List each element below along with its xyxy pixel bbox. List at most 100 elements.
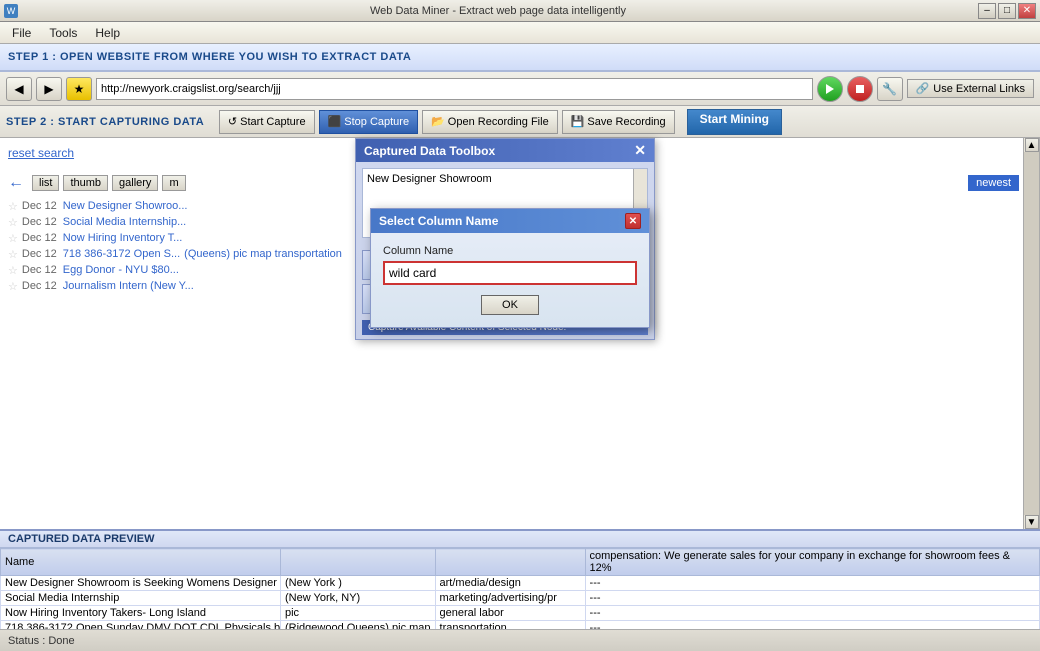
step2-text: STEP 2 : START CAPTURING DATA	[6, 116, 204, 128]
star-icon[interactable]: ☆	[8, 280, 18, 293]
start-capture-button[interactable]: ↺ Start Capture	[219, 110, 315, 134]
stop-capture-icon: ⬛	[328, 115, 342, 128]
column-name-label: Column Name	[383, 245, 637, 257]
stop-button[interactable]	[847, 76, 873, 102]
back-arrow-icon[interactable]: ←	[8, 174, 24, 192]
dialog-body: Column Name OK	[371, 233, 649, 327]
favorites-button[interactable]: ★	[66, 77, 92, 101]
window-controls: – □ ✕	[978, 3, 1036, 19]
toolbox-close-button[interactable]: ✕	[634, 142, 646, 159]
cell-category: art/media/design	[435, 576, 585, 591]
cell-location: pic	[281, 606, 436, 621]
captured-data-table: Name compensation: We generate sales for…	[0, 548, 1040, 629]
start-capture-icon: ↺	[228, 115, 237, 128]
minimize-button[interactable]: –	[978, 3, 996, 19]
table-row: New Designer Showroom is Seeking Womens …	[1, 576, 1040, 591]
browser-scrollbar[interactable]: ▲ ▼	[1023, 138, 1039, 529]
wrench-button[interactable]: 🔧	[877, 77, 903, 101]
listing-link[interactable]: New Designer Showroo...	[63, 200, 188, 212]
cell-location: (Ridgewood Queens) pic map	[281, 621, 436, 630]
link-icon: 🔗	[916, 82, 930, 95]
status-bar: Status : Done	[0, 629, 1040, 651]
dialog-title: Select Column Name	[379, 214, 498, 228]
dialog-close-button[interactable]: ✕	[625, 213, 641, 229]
main-content: reset search ← list thumb gallery m newe…	[0, 138, 1040, 529]
cell-category: marketing/advertising/pr	[435, 591, 585, 606]
maximize-button[interactable]: □	[998, 3, 1016, 19]
toolbox-title: Captured Data Toolbox	[364, 144, 495, 158]
back-button[interactable]: ◀	[6, 77, 32, 101]
nav-bar: ◀ ▶ ★ 🔧 🔗 Use External Links	[0, 72, 1040, 106]
go-button[interactable]	[817, 76, 843, 102]
cell-name: Now Hiring Inventory Takers- Long Island	[1, 606, 281, 621]
list-view-button[interactable]: list	[32, 175, 59, 191]
listing-link[interactable]: Social Media Internship...	[63, 216, 187, 228]
toolbar: STEP 2 : START CAPTURING DATA ↺ Start Ca…	[0, 106, 1040, 138]
select-column-dialog: Select Column Name ✕ Column Name OK	[370, 208, 650, 328]
mobile-view-button[interactable]: m	[162, 175, 185, 191]
forward-button[interactable]: ▶	[36, 77, 62, 101]
scroll-up-arrow[interactable]: ▲	[1025, 138, 1039, 152]
listing-date: Dec 12	[22, 264, 57, 276]
star-icon[interactable]: ☆	[8, 200, 18, 213]
cell-comp: ---	[585, 621, 1039, 630]
status-text: Status : Done	[8, 635, 75, 647]
cell-name: 718 386-3172 Open Sunday DMV DOT CDL Phy…	[1, 621, 281, 630]
table-row: Social Media Internship (New York, NY) m…	[1, 591, 1040, 606]
toolbox-preview-text: New Designer Showroom	[367, 173, 492, 185]
close-button[interactable]: ✕	[1018, 3, 1036, 19]
star-icon[interactable]: ☆	[8, 232, 18, 245]
cell-category: transportation	[435, 621, 585, 630]
open-recording-icon: 📂	[431, 115, 445, 128]
gallery-view-button[interactable]: gallery	[112, 175, 158, 191]
thumb-view-button[interactable]: thumb	[63, 175, 108, 191]
column-name-input[interactable]	[383, 261, 637, 285]
captured-data-header: CAPTURED DATA PREVIEW	[0, 531, 1040, 548]
captured-data-preview-pane: CAPTURED DATA PREVIEW Name compensation:…	[0, 529, 1040, 629]
app-icon: W	[4, 4, 18, 18]
menu-file[interactable]: File	[4, 24, 39, 42]
listing-link[interactable]: Journalism Intern (New Y...	[63, 280, 194, 292]
table-row: Now Hiring Inventory Takers- Long Island…	[1, 606, 1040, 621]
star-icon[interactable]: ☆	[8, 216, 18, 229]
open-recording-button[interactable]: 📂 Open Recording File	[422, 110, 558, 134]
star-icon[interactable]: ☆	[8, 264, 18, 277]
listing-date: Dec 12	[22, 216, 57, 228]
dialog-title-bar: Select Column Name ✕	[371, 209, 649, 233]
listing-date: Dec 12	[22, 232, 57, 244]
title-bar: W Web Data Miner - Extract web page data…	[0, 0, 1040, 22]
external-links-button[interactable]: 🔗 Use External Links	[907, 79, 1034, 98]
menu-bar: File Tools Help	[0, 22, 1040, 44]
listing-link[interactable]: Egg Donor - NYU $80...	[63, 264, 179, 276]
table-row: 718 386-3172 Open Sunday DMV DOT CDL Phy…	[1, 621, 1040, 630]
menu-help[interactable]: Help	[87, 24, 128, 42]
listing-link[interactable]: Now Hiring Inventory T...	[63, 232, 183, 244]
step1-bar: STEP 1 : OPEN WEBSITE FROM WHERE YOU WIS…	[0, 44, 1040, 72]
listing-link[interactable]: 718 386-3172 Open S...	[63, 248, 180, 260]
url-input[interactable]	[96, 78, 813, 100]
scroll-down-arrow[interactable]: ▼	[1025, 515, 1039, 529]
cell-location: (New York, NY)	[281, 591, 436, 606]
reset-search-link[interactable]: reset search	[8, 146, 74, 160]
map-link[interactable]: (Queens) pic map transportation	[184, 248, 342, 260]
listing-date: Dec 12	[22, 248, 57, 260]
newest-button[interactable]: newest	[968, 175, 1019, 191]
step1-text: STEP 1 : OPEN WEBSITE FROM WHERE YOU WIS…	[8, 51, 411, 63]
cell-comp: ---	[585, 606, 1039, 621]
cell-name: New Designer Showroom is Seeking Womens …	[1, 576, 281, 591]
save-recording-icon: 💾	[571, 115, 585, 128]
cell-comp: ---	[585, 576, 1039, 591]
cell-name: Social Media Internship	[1, 591, 281, 606]
cell-category: general labor	[435, 606, 585, 621]
star-icon[interactable]: ☆	[8, 248, 18, 261]
stop-capture-button[interactable]: ⬛ Stop Capture	[319, 110, 419, 134]
cell-comp: ---	[585, 591, 1039, 606]
listing-date: Dec 12	[22, 200, 57, 212]
ok-button[interactable]: OK	[481, 295, 539, 315]
save-recording-button[interactable]: 💾 Save Recording	[562, 110, 675, 134]
menu-tools[interactable]: Tools	[41, 24, 85, 42]
window-title: Web Data Miner - Extract web page data i…	[18, 5, 978, 17]
start-mining-button[interactable]: Start Mining	[687, 109, 782, 135]
scroll-track[interactable]	[1024, 152, 1039, 515]
cell-location: (New York )	[281, 576, 436, 591]
